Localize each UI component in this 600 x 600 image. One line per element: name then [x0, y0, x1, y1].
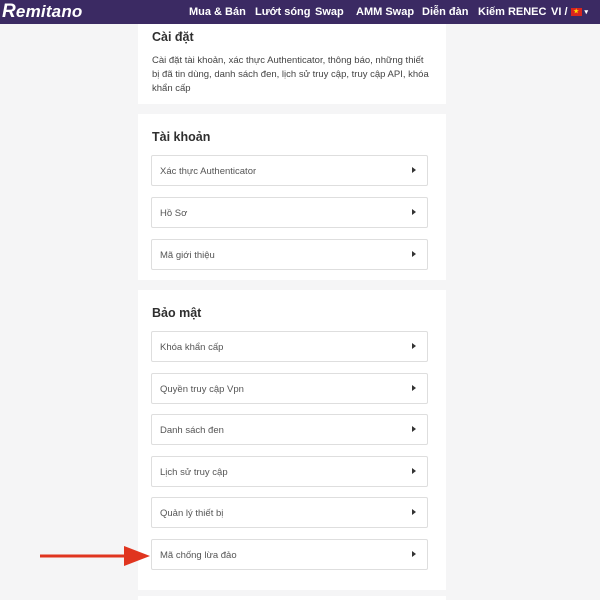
settings-description: Cài đặt tài khoản, xác thực Authenticato…	[152, 55, 429, 94]
list-item-label: Quyền truy cập Vpn	[160, 384, 244, 395]
list-item-label: Khóa khẩn cấp	[160, 342, 224, 353]
caret-right-icon	[412, 167, 416, 173]
list-item-label: Mã giới thiệu	[160, 250, 215, 261]
nav-item-swap[interactable]: Swap	[315, 6, 344, 18]
account-section-title: Tài khoản	[152, 130, 211, 144]
main-nav: Mua & Bán Lướt sóng Swap AMM Swap Diễn đ…	[180, 0, 600, 24]
nav-item-forum[interactable]: Diễn đàn	[422, 6, 468, 18]
top-navigation-bar: Remitano Mua & Bán Lướt sóng Swap AMM Sw…	[0, 0, 600, 24]
caret-right-icon	[412, 509, 416, 515]
access-history-item[interactable]: Lịch sử truy cập	[151, 456, 428, 487]
list-item-label: Mã chống lừa đảo	[160, 550, 237, 561]
vpn-access-item[interactable]: Quyền truy cập Vpn	[151, 373, 428, 404]
security-card: Bảo mật Khóa khẩn cấp Quyền truy cập Vpn…	[138, 290, 446, 590]
annotation-arrow-icon	[40, 546, 150, 566]
authenticator-item[interactable]: Xác thực Authenticator	[151, 155, 428, 186]
nav-item-amm-swap[interactable]: AMM Swap	[356, 6, 414, 18]
list-item-label: Hồ Sơ	[160, 208, 188, 219]
remitano-logo[interactable]: Remitano	[2, 1, 83, 22]
caret-right-icon	[412, 468, 416, 474]
nav-item-surf[interactable]: Lướt sóng	[255, 6, 311, 18]
chevron-down-icon: ▾	[584, 9, 589, 16]
list-item-label: Xác thực Authenticator	[160, 166, 257, 177]
list-item-label: Lịch sử truy cập	[160, 467, 228, 478]
caret-right-icon	[412, 551, 416, 557]
caret-right-icon	[412, 209, 416, 215]
caret-right-icon	[412, 385, 416, 391]
caret-right-icon	[412, 251, 416, 257]
emergency-lock-item[interactable]: Khóa khẩn cấp	[151, 331, 428, 362]
settings-title: Cài đặt	[152, 30, 194, 44]
device-management-item[interactable]: Quản lý thiết bị	[151, 497, 428, 528]
list-item-label: Danh sách đen	[160, 425, 224, 436]
anti-phishing-code-item[interactable]: Mã chống lừa đảo	[151, 539, 428, 570]
nav-item-buy-sell[interactable]: Mua & Bán	[189, 6, 246, 18]
language-selector[interactable]: VI / ▾	[551, 6, 588, 18]
caret-right-icon	[412, 343, 416, 349]
account-card: Tài khoản Xác thực Authenticator Hồ Sơ M…	[138, 114, 446, 280]
next-card	[138, 596, 446, 600]
profile-item[interactable]: Hồ Sơ	[151, 197, 428, 228]
vietnam-flag-icon	[570, 7, 582, 17]
security-section-title: Bảo mật	[152, 306, 202, 320]
nav-item-earn-renec[interactable]: Kiếm RENEC	[478, 6, 546, 18]
logo-text: emitano	[15, 2, 83, 21]
caret-right-icon	[412, 426, 416, 432]
list-item-label: Quản lý thiết bị	[160, 508, 224, 519]
logo-mark: R	[2, 1, 16, 22]
blacklist-item[interactable]: Danh sách đen	[151, 414, 428, 445]
language-label: VI /	[551, 6, 568, 18]
referral-code-item[interactable]: Mã giới thiệu	[151, 239, 428, 270]
settings-card: Cài đặt Cài đặt tài khoản, xác thực Auth…	[138, 24, 446, 104]
